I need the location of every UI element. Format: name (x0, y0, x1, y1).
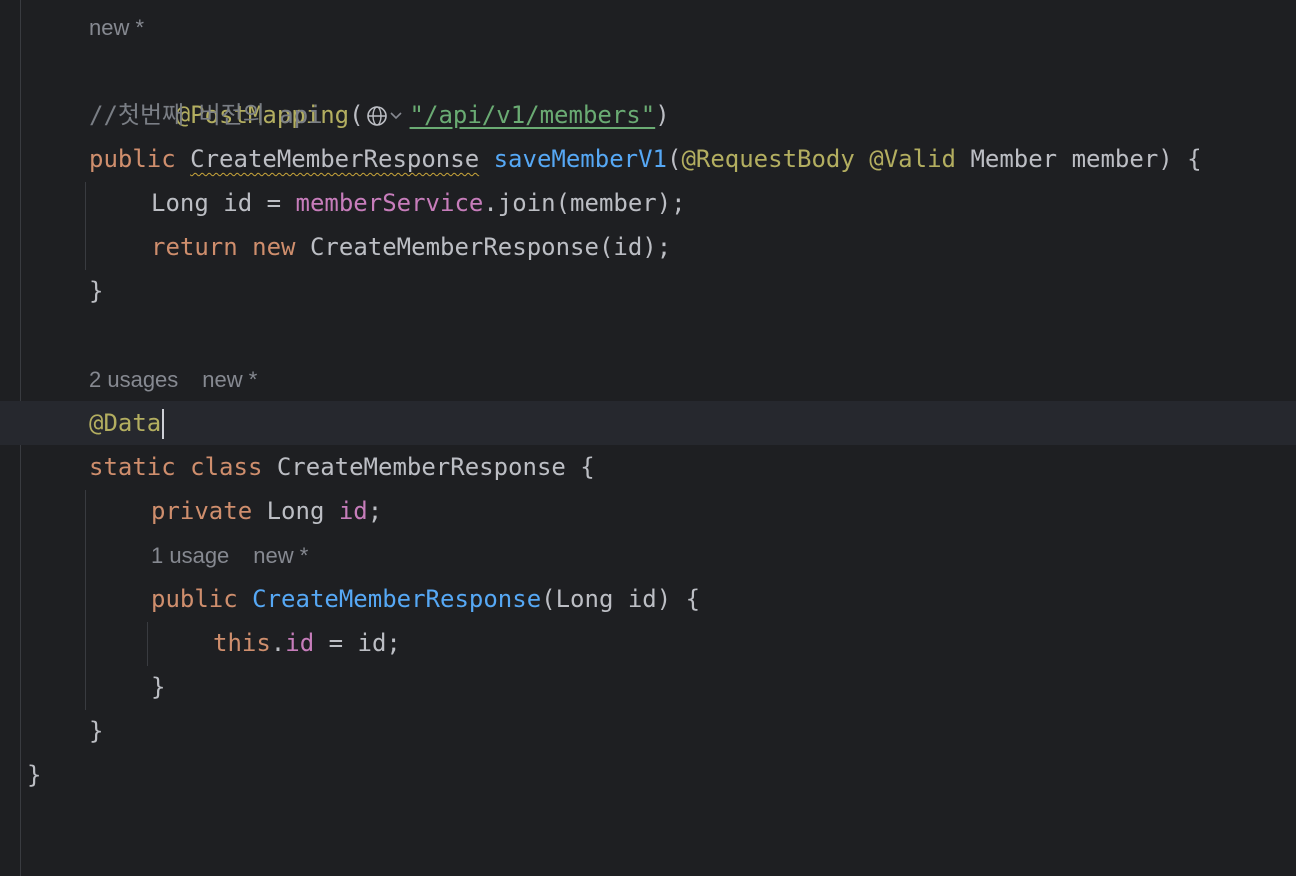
brace-token: } (151, 673, 166, 701)
keyword-token: private (151, 497, 253, 525)
code-line-hint: new * (0, 6, 1296, 50)
code-line[interactable]: public CreateMemberResponse saveMemberV1… (0, 137, 1296, 181)
keyword-token: this (213, 629, 271, 657)
type-token-warning[interactable]: CreateMemberResponse (190, 145, 479, 173)
code-token: Long id = (151, 189, 296, 217)
code-line[interactable]: } (0, 753, 1296, 797)
type-token: Long (266, 497, 325, 525)
code-token: CreateMemberResponse(id); (309, 233, 672, 261)
field-token: memberService (295, 189, 484, 217)
code-vision-hint[interactable]: new * (89, 6, 144, 50)
code-line[interactable]: } (0, 269, 1296, 313)
code-line[interactable]: static class CreateMemberResponse { (0, 445, 1296, 489)
class-name-token: CreateMemberResponse { (276, 453, 595, 481)
usages-hint[interactable]: 1 usage (151, 543, 229, 568)
params-token: Member member) { (970, 145, 1202, 173)
code-token: = id; (314, 629, 401, 657)
keyword-token: public (89, 145, 176, 173)
code-line[interactable]: //첫번째 버전의 api (0, 93, 1296, 137)
keyword-token: public (151, 585, 238, 613)
code-token: ; (367, 497, 383, 525)
usages-hint[interactable]: 2 usages (89, 367, 178, 392)
brace-token: } (89, 717, 104, 745)
code-vision-hint[interactable]: new * (253, 543, 308, 568)
code-token: .join(member); (483, 189, 686, 217)
code-line[interactable]: @PostMapping("/api/v1/members") (0, 49, 1296, 129)
annotation-token: @Valid (869, 145, 956, 173)
code-line[interactable]: this.id = id; (0, 621, 1296, 665)
field-token: id (338, 497, 368, 525)
keyword-token: return (151, 233, 238, 261)
field-token: id (285, 629, 315, 657)
code-line-hint: 2 usages new * (0, 358, 1296, 402)
code-token: . (270, 629, 286, 657)
annotation-token: @Data (89, 409, 162, 437)
code-line[interactable]: } (0, 709, 1296, 753)
brace-token: } (27, 761, 42, 789)
code-line[interactable]: Long id = memberService.join(member); (0, 181, 1296, 225)
constructor-name-token[interactable]: CreateMemberResponse (252, 585, 541, 613)
keyword-token: class (190, 453, 263, 481)
code-vision-hint[interactable]: new * (202, 367, 257, 392)
comment-token: //첫번째 버전의 api (89, 101, 323, 129)
keyword-token: static (89, 453, 176, 481)
brace-token: } (89, 277, 104, 305)
code-line-current[interactable]: @Data (0, 401, 1296, 445)
keyword-token: new (252, 233, 296, 261)
paren-token: ( (666, 145, 682, 173)
code-line[interactable]: private Long id; (0, 489, 1296, 533)
code-line[interactable]: public CreateMemberResponse(Long id) { (0, 577, 1296, 621)
text-caret (162, 409, 165, 439)
code-editor[interactable]: new * @PostMapping("/api/v1/members") //… (0, 0, 1296, 876)
method-name-token[interactable]: saveMemberV1 (494, 145, 667, 173)
annotation-token: @RequestBody (681, 145, 855, 173)
code-line[interactable]: return new CreateMemberResponse(id); (0, 225, 1296, 269)
code-line-hint: 1 usage new * (0, 534, 1296, 578)
code-line[interactable]: } (0, 665, 1296, 709)
params-token: (Long id) { (541, 585, 701, 613)
